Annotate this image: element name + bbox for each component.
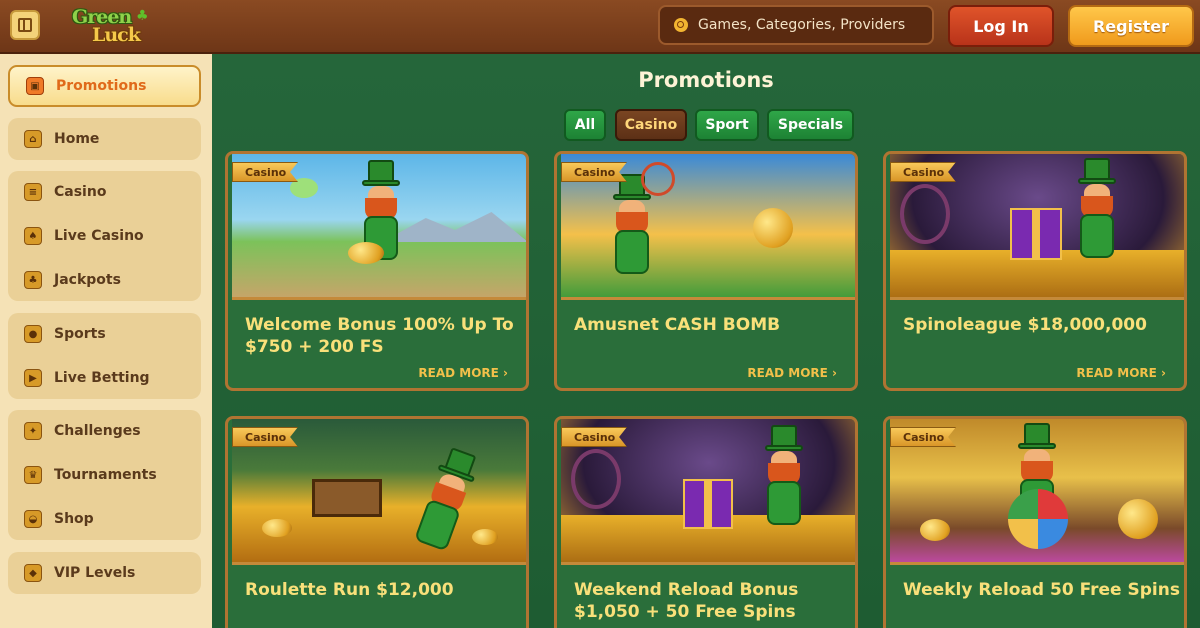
sidebar-item-label: Live Betting bbox=[54, 370, 150, 386]
sidebar-item-label: Jackpots bbox=[54, 272, 121, 288]
category-badge: Casino bbox=[561, 427, 627, 447]
tab-all[interactable]: All bbox=[564, 109, 606, 141]
top-bar: Green Luck ♣ Games, Categories, Provider… bbox=[0, 0, 1200, 54]
category-badge: Casino bbox=[890, 162, 956, 182]
page-title: Promotions bbox=[638, 68, 774, 92]
read-more-link[interactable]: READ MORE › bbox=[1076, 366, 1166, 380]
sidebar-item-label: Sports bbox=[54, 326, 106, 342]
ball-icon: ● bbox=[24, 325, 42, 343]
promo-card[interactable]: Casino Weekly Reload 50 Free Spins bbox=[883, 416, 1187, 628]
clover-icon: ♣ bbox=[24, 271, 42, 289]
home-icon: ⌂ bbox=[24, 130, 42, 148]
promo-image: Casino bbox=[890, 419, 1184, 565]
search-icon bbox=[674, 18, 688, 32]
promo-card[interactable]: Casino Spinoleague $18,000,000 READ MORE… bbox=[883, 151, 1187, 391]
sidebar-item-shop[interactable]: ◒ Shop bbox=[8, 499, 201, 539]
tab-casino[interactable]: Casino bbox=[615, 109, 687, 141]
sidebar-item-jackpots[interactable]: ♣ Jackpots bbox=[8, 260, 201, 300]
sidebar-group-home: ⌂ Home bbox=[8, 118, 201, 160]
cards-icon: ♠ bbox=[24, 227, 42, 245]
register-button[interactable]: Register bbox=[1068, 5, 1194, 47]
sidebar-group-vip: ◆ VIP Levels bbox=[8, 552, 201, 594]
sidebar-toggle-icon bbox=[18, 18, 32, 32]
sidebar-item-vip-levels[interactable]: ◆ VIP Levels bbox=[8, 553, 201, 593]
sidebar-item-label: Live Casino bbox=[54, 228, 144, 244]
sidebar-item-label: Challenges bbox=[54, 423, 141, 439]
sidebar-group-challenges: ✦ Challenges ♛ Tournaments ◒ Shop bbox=[8, 410, 201, 540]
promo-card[interactable]: Casino Weekend Reload Bonus $1,050 + 50 … bbox=[554, 416, 858, 628]
clover-icon: ♣ bbox=[136, 8, 149, 24]
promo-image: Casino bbox=[561, 419, 855, 565]
category-badge: Casino bbox=[232, 427, 298, 447]
trophy-icon: ♛ bbox=[24, 466, 42, 484]
diamond-icon: ◆ bbox=[24, 564, 42, 582]
sidebar-item-casino[interactable]: ≡ Casino bbox=[8, 172, 201, 212]
promo-card[interactable]: Casino Welcome Bonus 100% Up To $750 + 2… bbox=[225, 151, 529, 391]
sidebar-item-challenges[interactable]: ✦ Challenges bbox=[8, 411, 201, 451]
category-badge: Casino bbox=[561, 162, 627, 182]
basket-icon: ◒ bbox=[24, 510, 42, 528]
sidebar: ▣ Promotions ⌂ Home ≡ Casino ♠ Live Casi… bbox=[0, 54, 212, 628]
category-badge: Casino bbox=[232, 162, 298, 182]
promo-image: Casino bbox=[890, 154, 1184, 300]
live-icon: ▶ bbox=[24, 369, 42, 387]
promo-title: Amusnet CASH BOMB bbox=[574, 315, 781, 335]
sidebar-item-label: Casino bbox=[54, 184, 107, 200]
promo-title: Roulette Run $12,000 bbox=[245, 580, 454, 600]
promo-image: Casino bbox=[561, 154, 855, 300]
promo-filter-tabs: All Casino Sport Specials bbox=[212, 109, 1200, 141]
main-content: Promotions All Casino Sport Specials Cas… bbox=[212, 54, 1200, 628]
promo-title: Welcome Bonus 100% Up To $750 + 200 FS bbox=[245, 315, 514, 357]
read-more-link[interactable]: READ MORE › bbox=[418, 366, 508, 380]
sidebar-item-live-casino[interactable]: ♠ Live Casino bbox=[8, 216, 201, 256]
promo-image: Casino bbox=[232, 154, 526, 300]
logo-text-bottom: Luck bbox=[92, 24, 141, 46]
sidebar-item-label: Tournaments bbox=[54, 467, 157, 483]
promo-card[interactable]: Casino Roulette Run $12,000 bbox=[225, 416, 529, 628]
search-input[interactable]: Games, Categories, Providers bbox=[658, 5, 934, 45]
login-button[interactable]: Log In bbox=[948, 5, 1054, 47]
slot-icon: ≡ bbox=[24, 183, 42, 201]
promo-card[interactable]: Casino Amusnet CASH BOMB READ MORE › bbox=[554, 151, 858, 391]
sidebar-item-label: Shop bbox=[54, 511, 94, 527]
sidebar-item-promotions[interactable]: ▣ Promotions bbox=[8, 65, 201, 107]
sidebar-item-tournaments[interactable]: ♛ Tournaments bbox=[8, 455, 201, 495]
tab-sport[interactable]: Sport bbox=[695, 109, 759, 141]
category-badge: Casino bbox=[890, 427, 956, 447]
sidebar-toggle-button[interactable] bbox=[10, 10, 40, 40]
sidebar-item-label: Home bbox=[54, 131, 100, 147]
sidebar-item-sports[interactable]: ● Sports bbox=[8, 314, 201, 354]
tab-specials[interactable]: Specials bbox=[767, 109, 854, 141]
sidebar-group-casino: ≡ Casino ♠ Live Casino ♣ Jackpots bbox=[8, 171, 201, 301]
promo-title: Spinoleague $18,000,000 bbox=[903, 315, 1147, 335]
sidebar-item-home[interactable]: ⌂ Home bbox=[8, 119, 201, 159]
sidebar-group-sports: ● Sports ▶ Live Betting bbox=[8, 313, 201, 399]
search-placeholder: Games, Categories, Providers bbox=[698, 17, 906, 33]
sidebar-item-live-betting[interactable]: ▶ Live Betting bbox=[8, 358, 201, 398]
site-logo[interactable]: Green Luck ♣ bbox=[68, 4, 154, 48]
badge-icon: ✦ bbox=[24, 422, 42, 440]
sidebar-item-label: Promotions bbox=[56, 78, 147, 94]
gift-icon: ▣ bbox=[26, 77, 44, 95]
promo-title: Weekly Reload 50 Free Spins bbox=[903, 580, 1180, 600]
promo-image: Casino bbox=[232, 419, 526, 565]
read-more-link[interactable]: READ MORE › bbox=[747, 366, 837, 380]
sidebar-item-label: VIP Levels bbox=[54, 565, 136, 581]
promo-title: Weekend Reload Bonus $1,050 + 50 Free Sp… bbox=[574, 580, 799, 622]
